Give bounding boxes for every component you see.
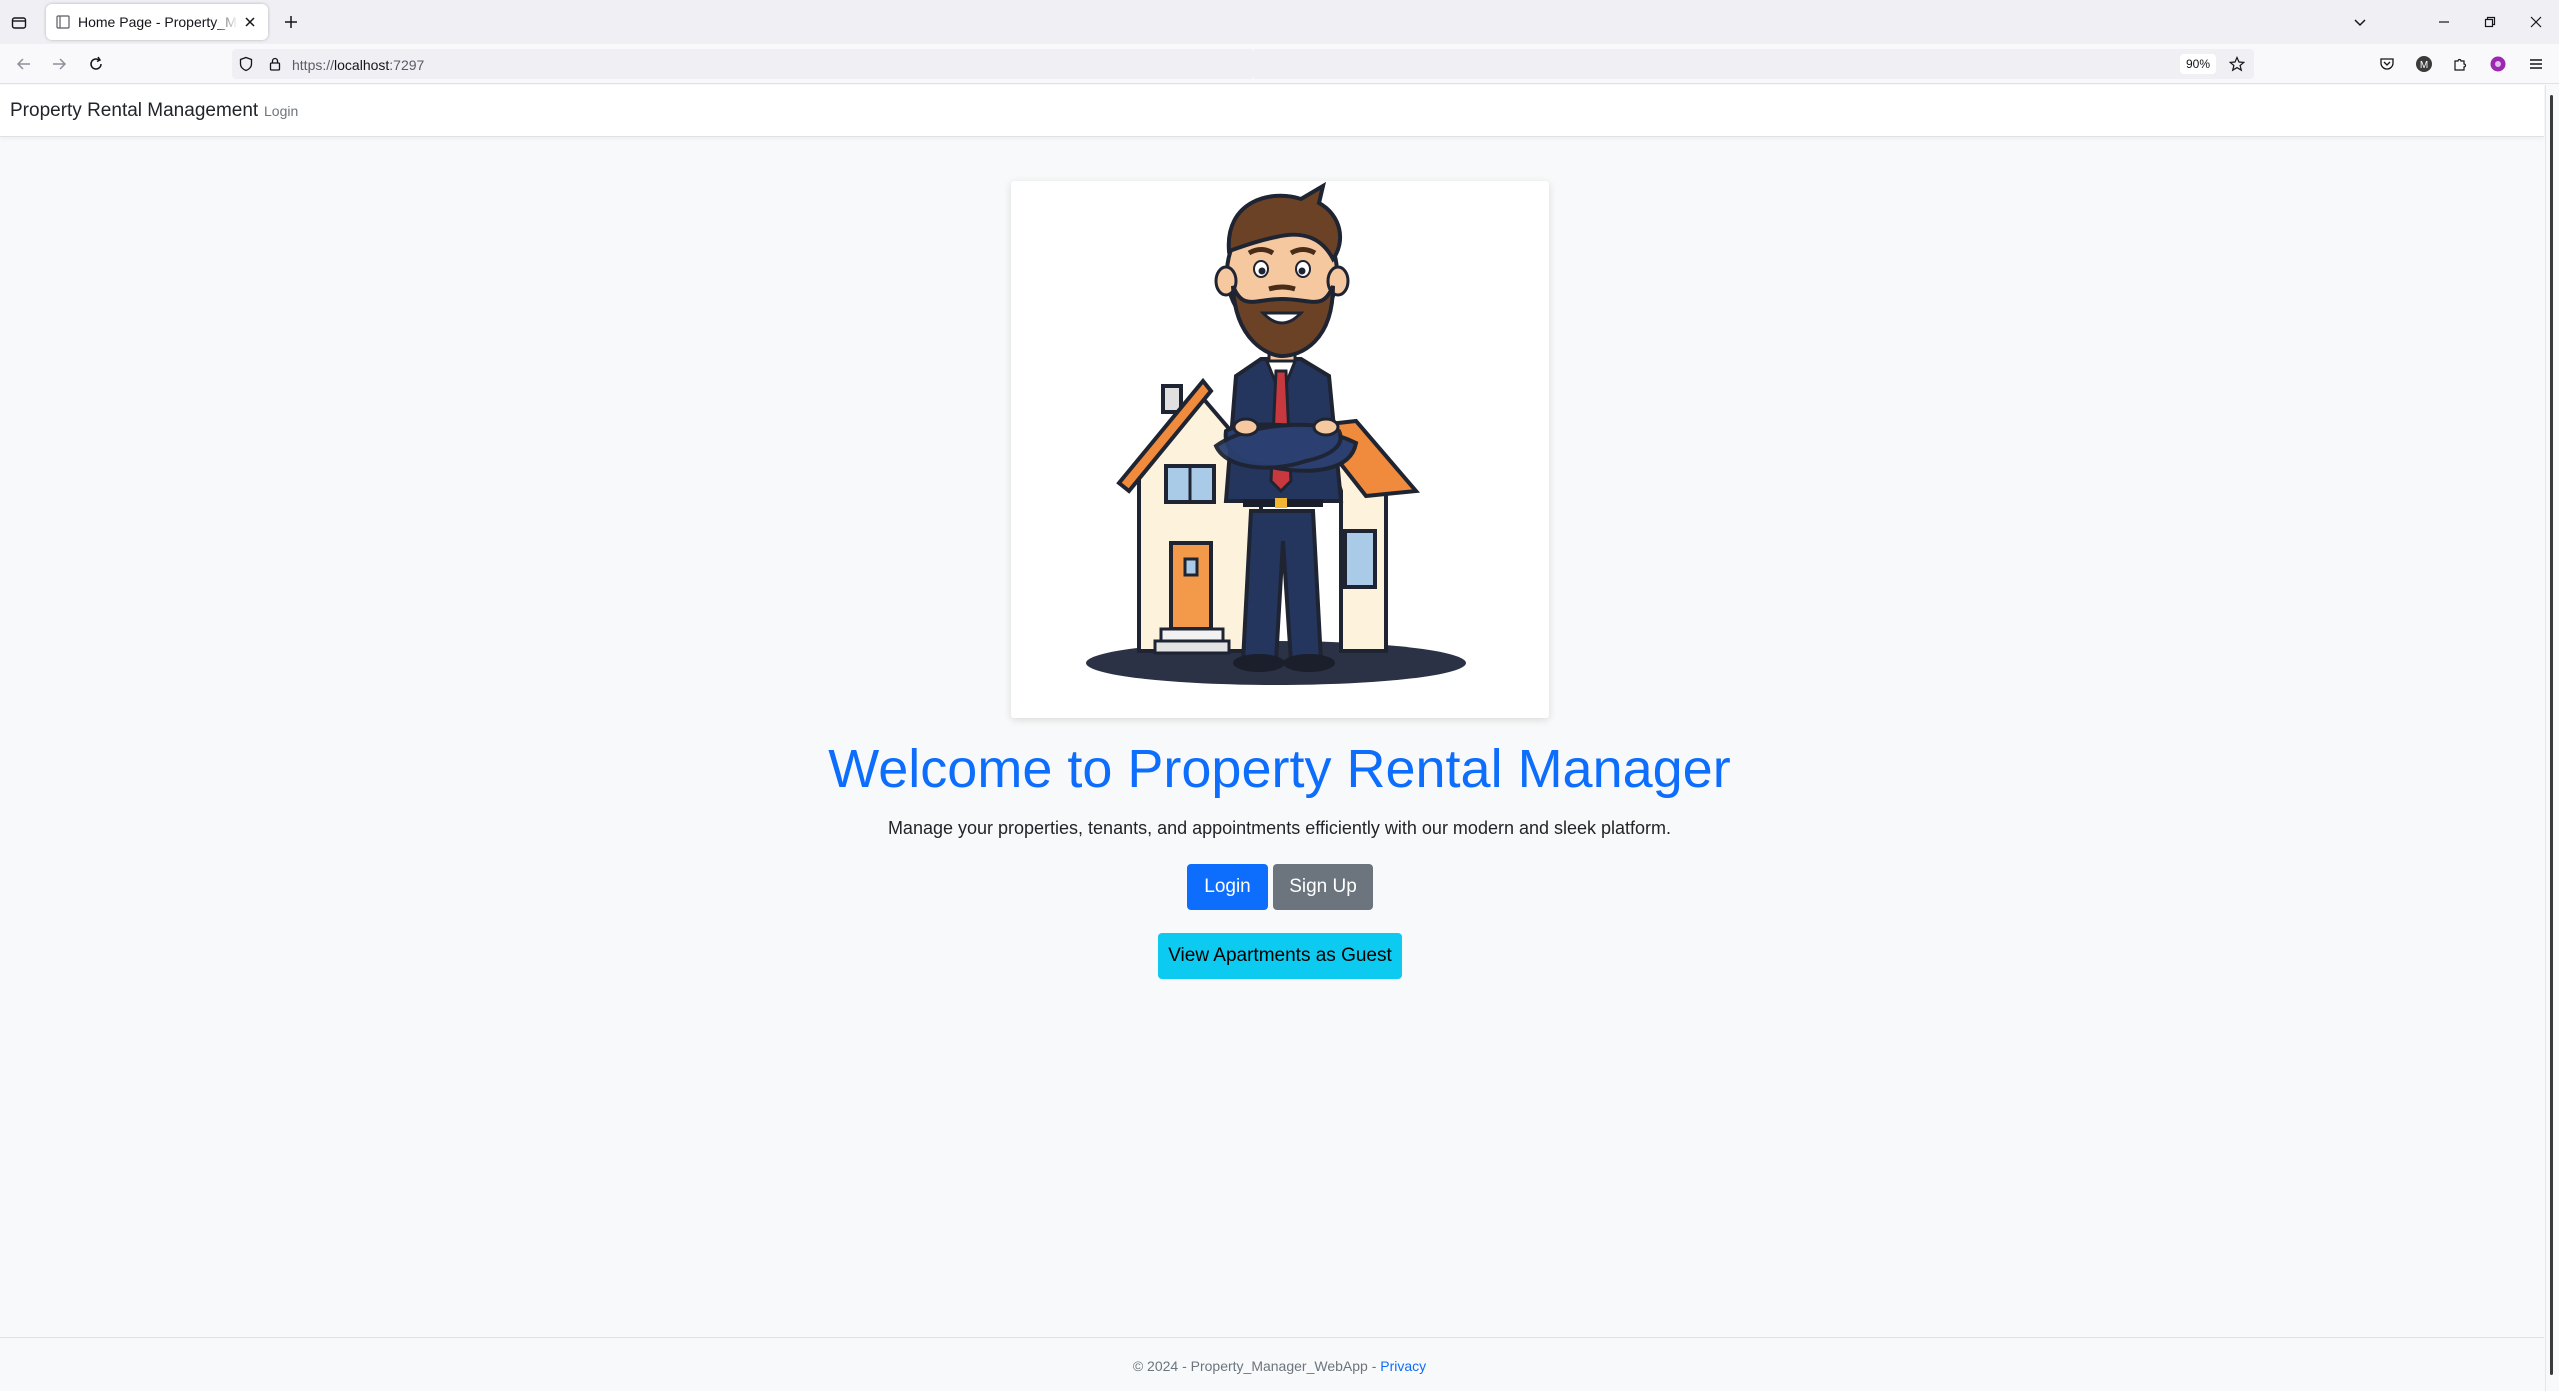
back-icon[interactable] bbox=[12, 52, 36, 76]
site-footer: © 2024 - Property_Manager_WebApp - Priva… bbox=[0, 1337, 2544, 1391]
welcome-heading: Welcome to Property Rental Manager bbox=[828, 739, 1731, 799]
menu-hamburger-icon[interactable] bbox=[2524, 52, 2548, 76]
extension-purple-icon[interactable] bbox=[2486, 52, 2510, 76]
page-favicon-icon bbox=[56, 15, 70, 29]
reload-icon[interactable] bbox=[84, 52, 108, 76]
lock-icon[interactable] bbox=[263, 52, 287, 76]
close-window-icon[interactable] bbox=[2524, 10, 2548, 34]
minimize-icon[interactable] bbox=[2432, 10, 2456, 34]
restore-icon[interactable] bbox=[2478, 10, 2502, 34]
forward-icon[interactable] bbox=[47, 52, 71, 76]
url-text[interactable]: https://localhost:7297 bbox=[292, 57, 424, 73]
tab-title: Home Page - Property_Manager_WebApp bbox=[78, 14, 238, 30]
property-manager-illustration bbox=[1086, 181, 1466, 685]
navbar-brand[interactable]: Property Rental Management bbox=[10, 100, 258, 122]
tracking-protection-shield-icon[interactable] bbox=[234, 52, 258, 76]
hero-illustration bbox=[1011, 181, 1549, 718]
extensions-puzzle-icon[interactable] bbox=[2448, 52, 2472, 76]
account-avatar-icon[interactable]: M bbox=[2412, 52, 2436, 76]
view-apartments-guest-button[interactable]: View Apartments as Guest bbox=[1158, 933, 1402, 979]
scrollbar-thumb[interactable] bbox=[2550, 95, 2553, 1375]
nav-login-link[interactable]: Login bbox=[264, 103, 298, 119]
list-all-tabs-icon[interactable] bbox=[2348, 10, 2372, 34]
browser-toolbar: https://localhost:7297 90% M bbox=[0, 44, 2559, 84]
url-bar-extension[interactable] bbox=[1254, 49, 2254, 79]
footer-copyright: © 2024 - Property_Manager_WebApp - bbox=[1132, 1358, 1381, 1374]
zoom-level-badge[interactable]: 90% bbox=[2180, 54, 2217, 74]
browser-tab[interactable]: Home Page - Property_Manager_WebApp bbox=[46, 4, 268, 40]
site-navbar: Property Rental Management Login bbox=[0, 85, 2544, 137]
welcome-subtitle: Manage your properties, tenants, and app… bbox=[887, 818, 1672, 838]
new-tab-icon[interactable] bbox=[280, 11, 302, 33]
sign-up-button[interactable]: Sign Up bbox=[1273, 864, 1373, 910]
pocket-icon[interactable] bbox=[2375, 52, 2399, 76]
browser-tab-bar: Home Page - Property_Manager_WebApp bbox=[0, 0, 2559, 44]
login-button[interactable]: Login bbox=[1187, 864, 1268, 910]
footer-text: © 2024 - Property_Manager_WebApp - Priva… bbox=[0, 1358, 2559, 1374]
privacy-link[interactable]: Privacy bbox=[1380, 1358, 1426, 1374]
svg-text:M: M bbox=[2420, 60, 2428, 71]
bookmark-star-icon[interactable] bbox=[2225, 52, 2249, 76]
close-tab-icon[interactable] bbox=[242, 14, 258, 30]
tab-list-icon[interactable] bbox=[8, 12, 30, 34]
